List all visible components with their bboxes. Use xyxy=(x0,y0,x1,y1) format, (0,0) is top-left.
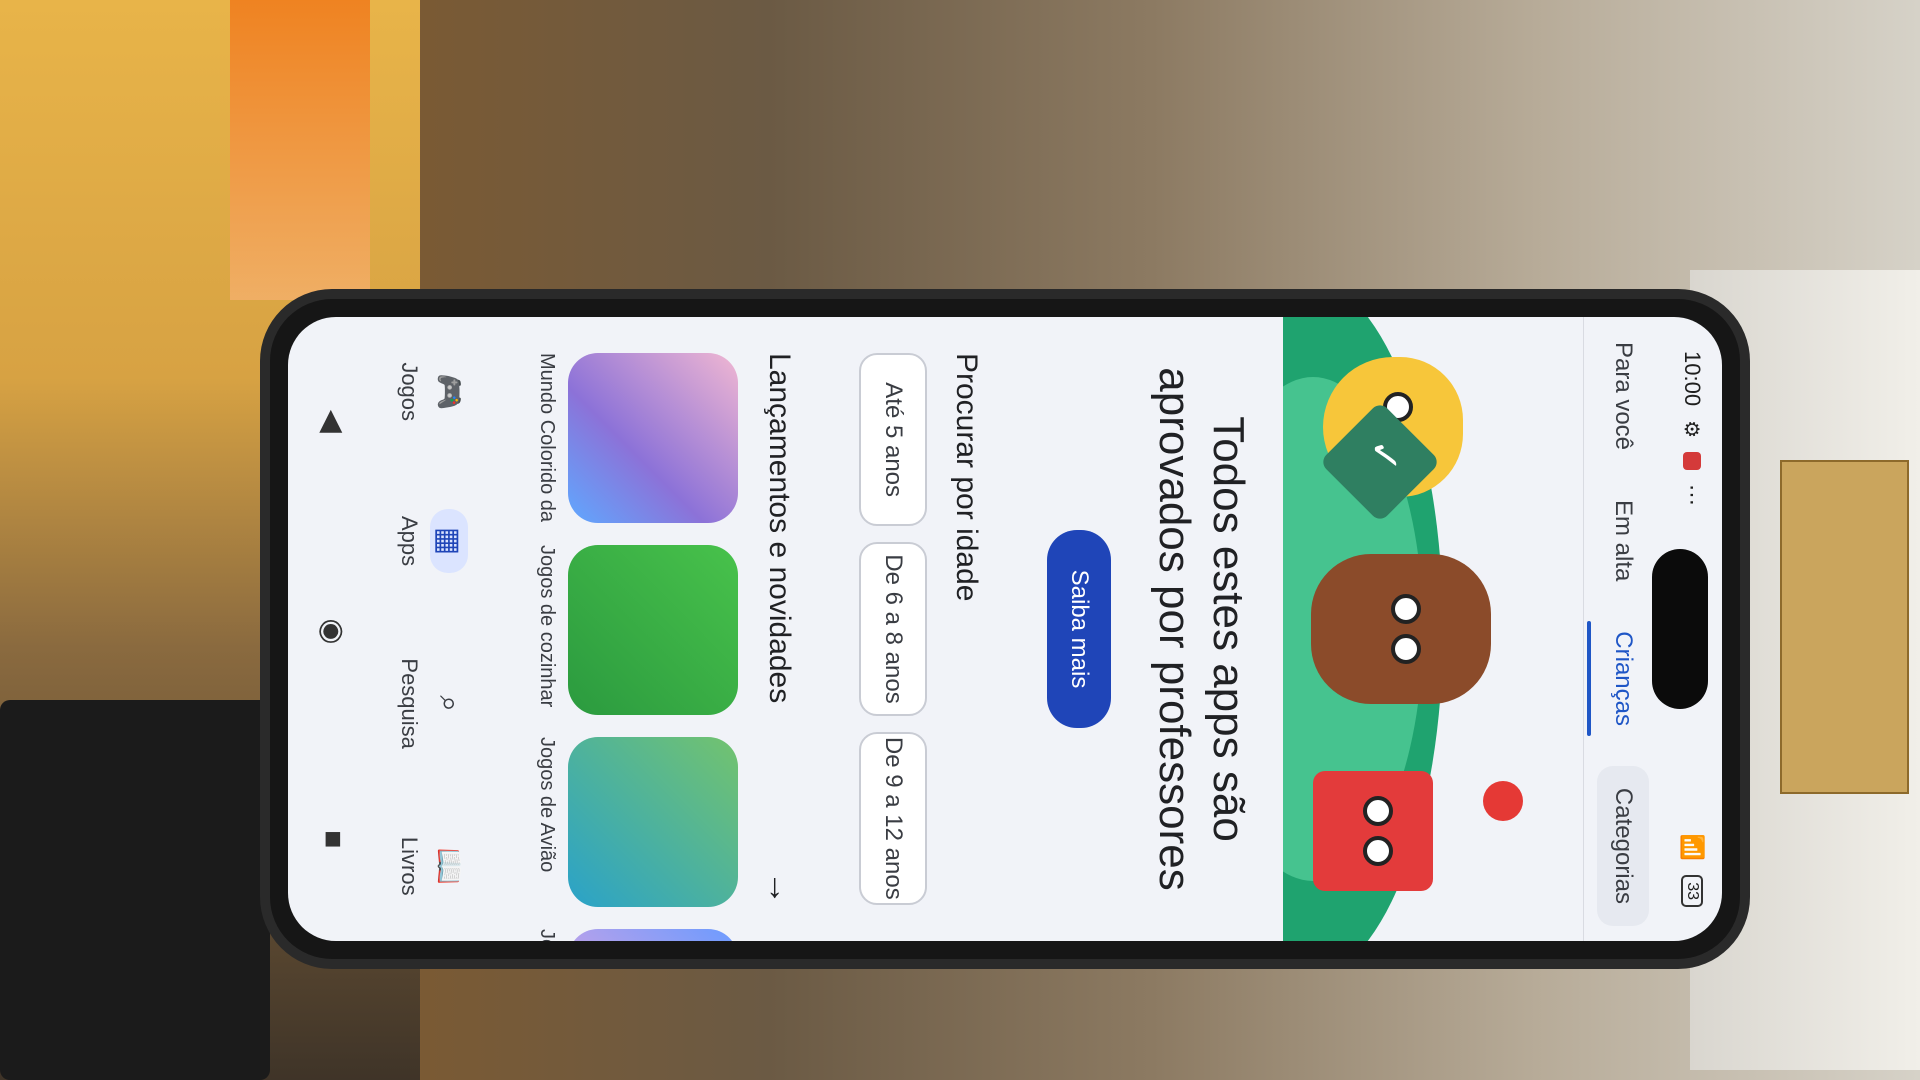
status-right: 📶 33 xyxy=(1679,834,1705,907)
phone: 10:00 ⚙ ⋯ 📶 33 Para você Em alta Criança… xyxy=(270,299,1740,959)
new-releases-header: Lançamentos e novidades → xyxy=(760,353,799,905)
bottom-navigation: 🎮 Jogos ▦ Apps ⌕ Pesquisa 📖 Livros xyxy=(372,317,492,941)
age-chip-5[interactable]: Até 5 anos xyxy=(859,353,927,527)
settings-icon: ⚙ xyxy=(1680,420,1703,438)
kids-hero-illustration: ✓ xyxy=(1283,317,1583,941)
tab-criancas[interactable]: Crianças xyxy=(1597,621,1649,736)
eyes xyxy=(1387,594,1421,664)
battery-indicator: 33 xyxy=(1681,875,1703,907)
tab-label: Categorias xyxy=(1610,787,1637,904)
top-tabs: Para você Em alta Crianças Categorias xyxy=(1583,317,1662,941)
recents-icon[interactable]: ■ xyxy=(316,830,350,848)
nav-label: Jogos xyxy=(397,362,422,422)
app-icon xyxy=(568,929,738,941)
tab-label: Crianças xyxy=(1610,631,1637,726)
age-chip-6-8[interactable]: De 6 a 8 anos xyxy=(859,542,927,716)
app-icon xyxy=(568,545,738,715)
book-icon: 📖 xyxy=(432,847,466,885)
learn-more-button[interactable]: Saiba mais xyxy=(1047,529,1111,729)
app-icon xyxy=(568,353,738,523)
camera-punch-hole xyxy=(1652,549,1708,709)
new-releases-section: Lançamentos e novidades → Mundo Colorido… xyxy=(535,317,799,941)
age-chip-9-12[interactable]: De 9 a 12 anos xyxy=(859,731,927,905)
nav-pesquisa[interactable]: ⌕ Pesquisa xyxy=(396,658,468,749)
nav-label: Livros xyxy=(397,836,422,896)
app-title: Mundo Colorido da xyxy=(536,353,558,522)
status-left: 10:00 ⚙ ⋯ xyxy=(1679,351,1705,506)
hero-cta-wrap: Saiba mais xyxy=(1047,317,1111,941)
tab-label: Em alta xyxy=(1610,499,1637,582)
nav-jogos[interactable]: 🎮 Jogos xyxy=(396,360,468,424)
hero-headline: Todos estes apps são aprovados por profe… xyxy=(1150,367,1253,891)
wifi-icon: 📶 xyxy=(1680,833,1705,862)
check-icon: ✓ xyxy=(1362,439,1406,473)
age-chips: Até 5 anos De 6 a 8 anos De 9 a 12 anos xyxy=(859,353,927,905)
new-releases-title: Lançamentos e novidades xyxy=(763,353,797,704)
app-card[interactable]: Mundo Colorido da xyxy=(535,353,738,523)
app-card[interactable]: Jogos de cozinhar xyxy=(535,545,738,715)
back-icon[interactable]: ◀ xyxy=(316,410,351,433)
app-title: Jogos de cozinhar xyxy=(536,545,558,708)
nav-label: Apps xyxy=(397,515,422,567)
gamepad-icon: 🎮 xyxy=(432,372,466,411)
nav-apps[interactable]: ▦ Apps xyxy=(396,509,468,574)
eyes xyxy=(1359,796,1393,866)
nav-label: Pesquisa xyxy=(397,658,422,749)
nav-livros[interactable]: 📖 Livros xyxy=(396,834,468,898)
brown-character xyxy=(1311,554,1491,704)
system-navigation: ◀ ◉ ■ xyxy=(298,317,368,941)
app-title: Jo xyxy=(536,929,558,941)
phone-screen: 10:00 ⚙ ⋯ 📶 33 Para você Em alta Criança… xyxy=(288,317,1722,941)
tab-categorias[interactable]: Categorias xyxy=(1597,765,1649,926)
more-notifications-icon: ⋯ xyxy=(1680,484,1705,506)
notification-icon xyxy=(1683,452,1701,470)
tab-para-voce[interactable]: Para você xyxy=(1597,332,1649,460)
search-icon: ⌕ xyxy=(433,695,466,713)
app-cards: Mundo Colorido da Jogos de cozinhar Jogo… xyxy=(535,353,738,941)
app-card[interactable]: Jogos de Avião xyxy=(535,737,738,907)
background-orange-object xyxy=(230,0,370,300)
red-book-character xyxy=(1313,771,1433,891)
tab-label: Para você xyxy=(1610,341,1637,451)
app-icon xyxy=(568,737,738,907)
status-time: 10:00 xyxy=(1680,351,1705,407)
home-icon[interactable]: ◉ xyxy=(316,618,351,644)
age-section: Procurar por idade Até 5 anos De 6 a 8 a… xyxy=(859,317,983,941)
heart-icon xyxy=(1483,781,1523,821)
apps-grid-icon: ▦ xyxy=(430,509,468,574)
app-card[interactable]: Jo xyxy=(535,929,738,941)
age-section-title: Procurar por idade xyxy=(950,353,983,602)
arrow-right-icon[interactable]: → xyxy=(760,871,799,905)
app-title: Jogos de Avião xyxy=(536,737,558,873)
tab-em-alta[interactable]: Em alta xyxy=(1597,490,1649,591)
background-sticker xyxy=(1780,460,1909,794)
background-camera xyxy=(0,700,270,1080)
